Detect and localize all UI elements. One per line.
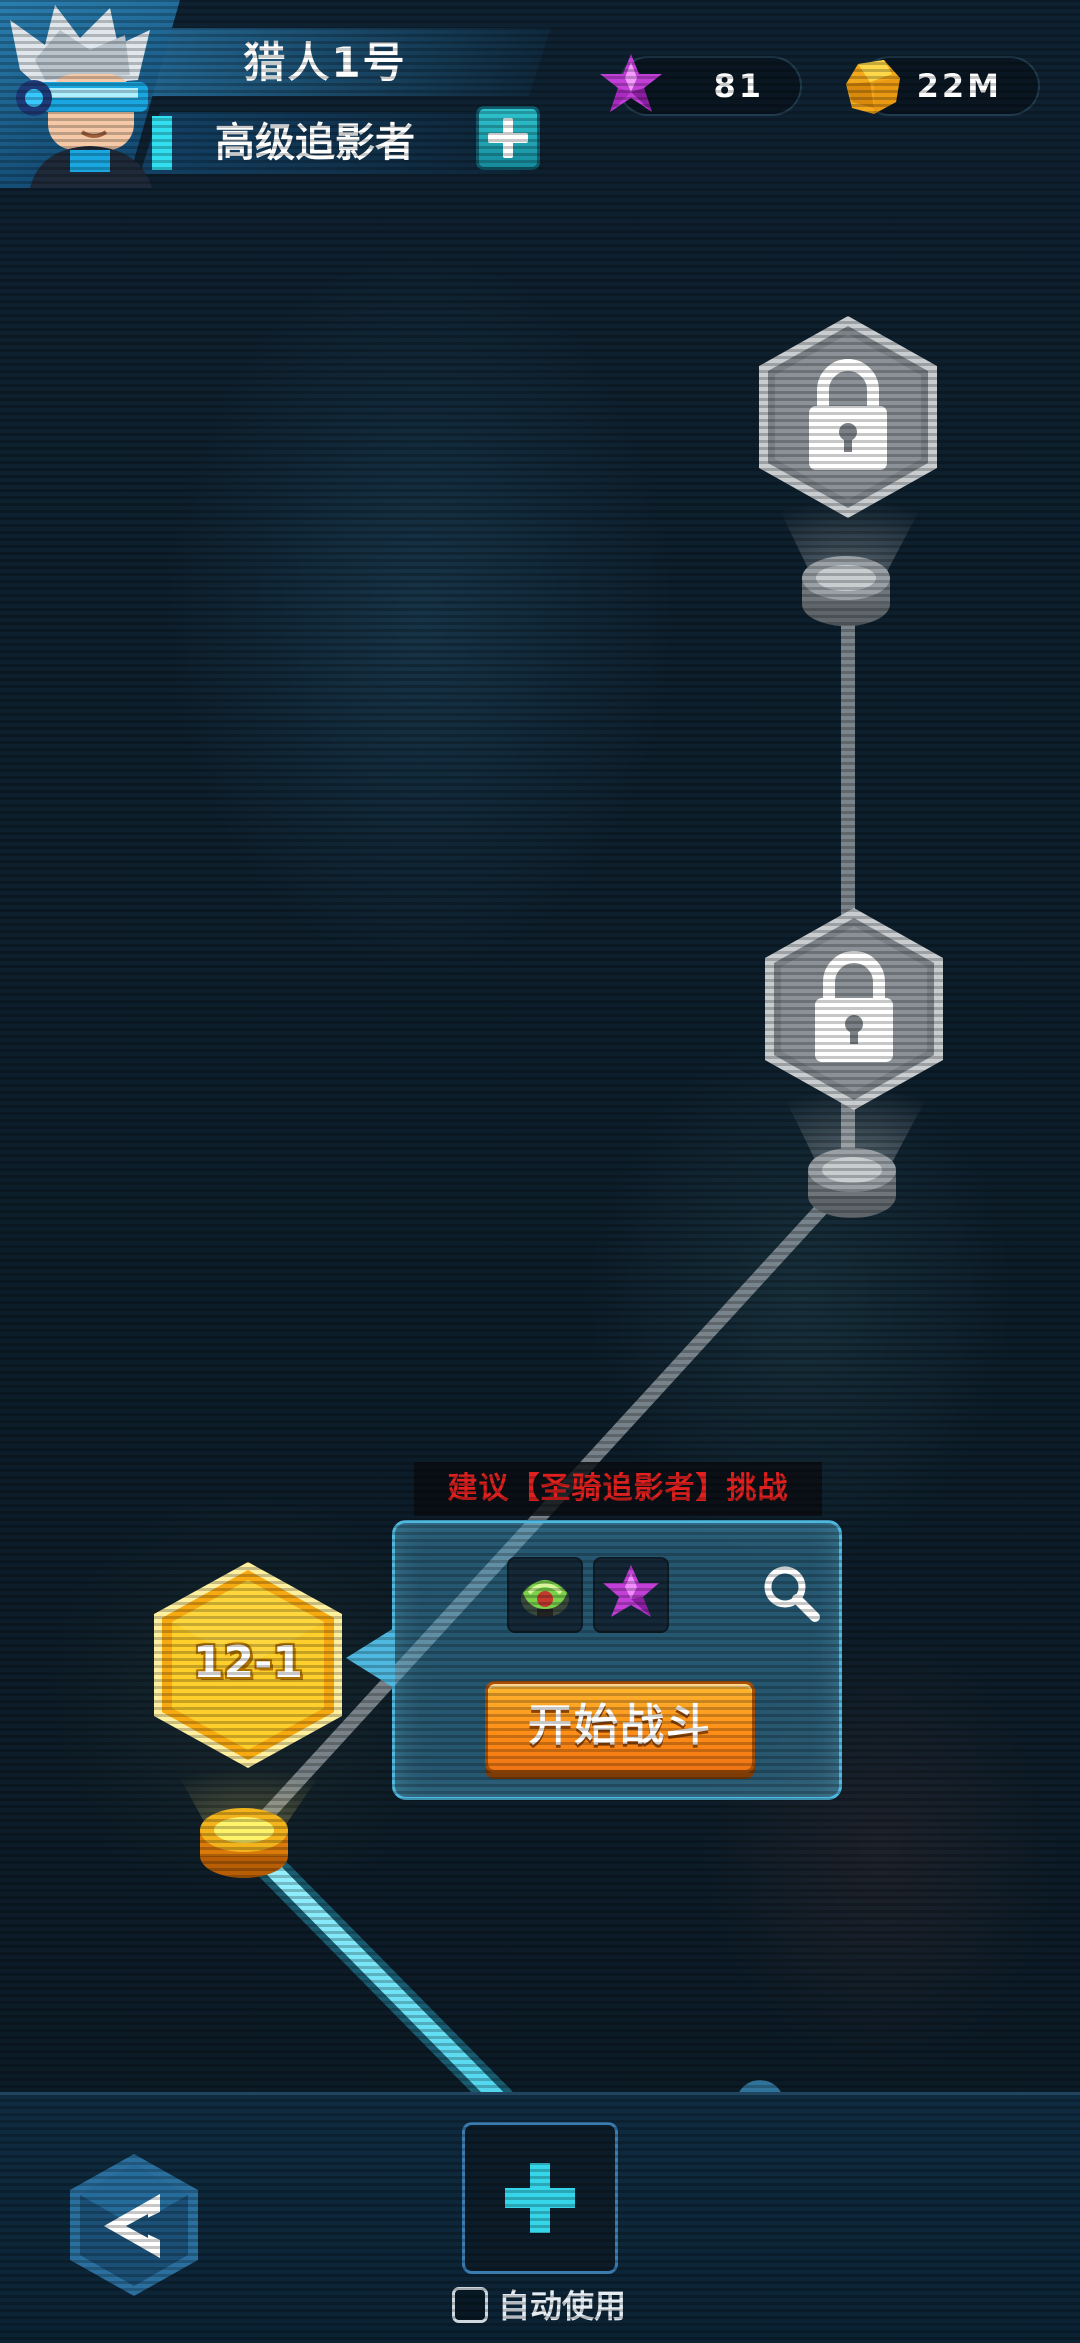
advice-banner: 建议【圣骑追影者】挑战 bbox=[414, 1462, 822, 1516]
reward-slot[interactable] bbox=[593, 1557, 669, 1633]
search-icon[interactable] bbox=[757, 1559, 825, 1627]
purple-gem-icon bbox=[600, 54, 662, 112]
back-button[interactable] bbox=[64, 2150, 204, 2300]
player-title: 高级追影者 bbox=[215, 120, 415, 166]
gold-count: 22M bbox=[916, 67, 1002, 105]
gold-nugget-icon bbox=[846, 60, 900, 114]
top-hud: 猎人1号 高级追影者 81 22M bbox=[0, 0, 1080, 200]
start-battle-button[interactable]: 开始战斗 bbox=[485, 1681, 755, 1773]
equipment-item-icon bbox=[521, 1580, 569, 1617]
auto-item-slot[interactable] bbox=[462, 2122, 618, 2274]
auto-use-label: 自动使用 bbox=[498, 2287, 627, 2325]
reward-slot[interactable] bbox=[507, 1557, 583, 1633]
locked-level-node[interactable] bbox=[759, 904, 949, 1114]
avatar[interactable] bbox=[0, 0, 170, 188]
gem-count: 81 bbox=[713, 67, 764, 105]
level-popup: 开始战斗 bbox=[392, 1520, 842, 1800]
current-node-pedestal bbox=[200, 1808, 288, 1878]
locked-node-pedestal bbox=[808, 1148, 896, 1218]
locked-node-pedestal bbox=[802, 556, 890, 626]
player-name: 猎人1号 bbox=[243, 38, 407, 87]
auto-use-checkbox[interactable] bbox=[452, 2287, 488, 2323]
add-title-button[interactable] bbox=[476, 106, 540, 170]
locked-level-node[interactable] bbox=[753, 312, 943, 522]
popup-pointer bbox=[346, 1628, 394, 1688]
level-number-label: 12-1 bbox=[192, 1637, 304, 1688]
purple-star-gem-icon bbox=[603, 1565, 659, 1617]
